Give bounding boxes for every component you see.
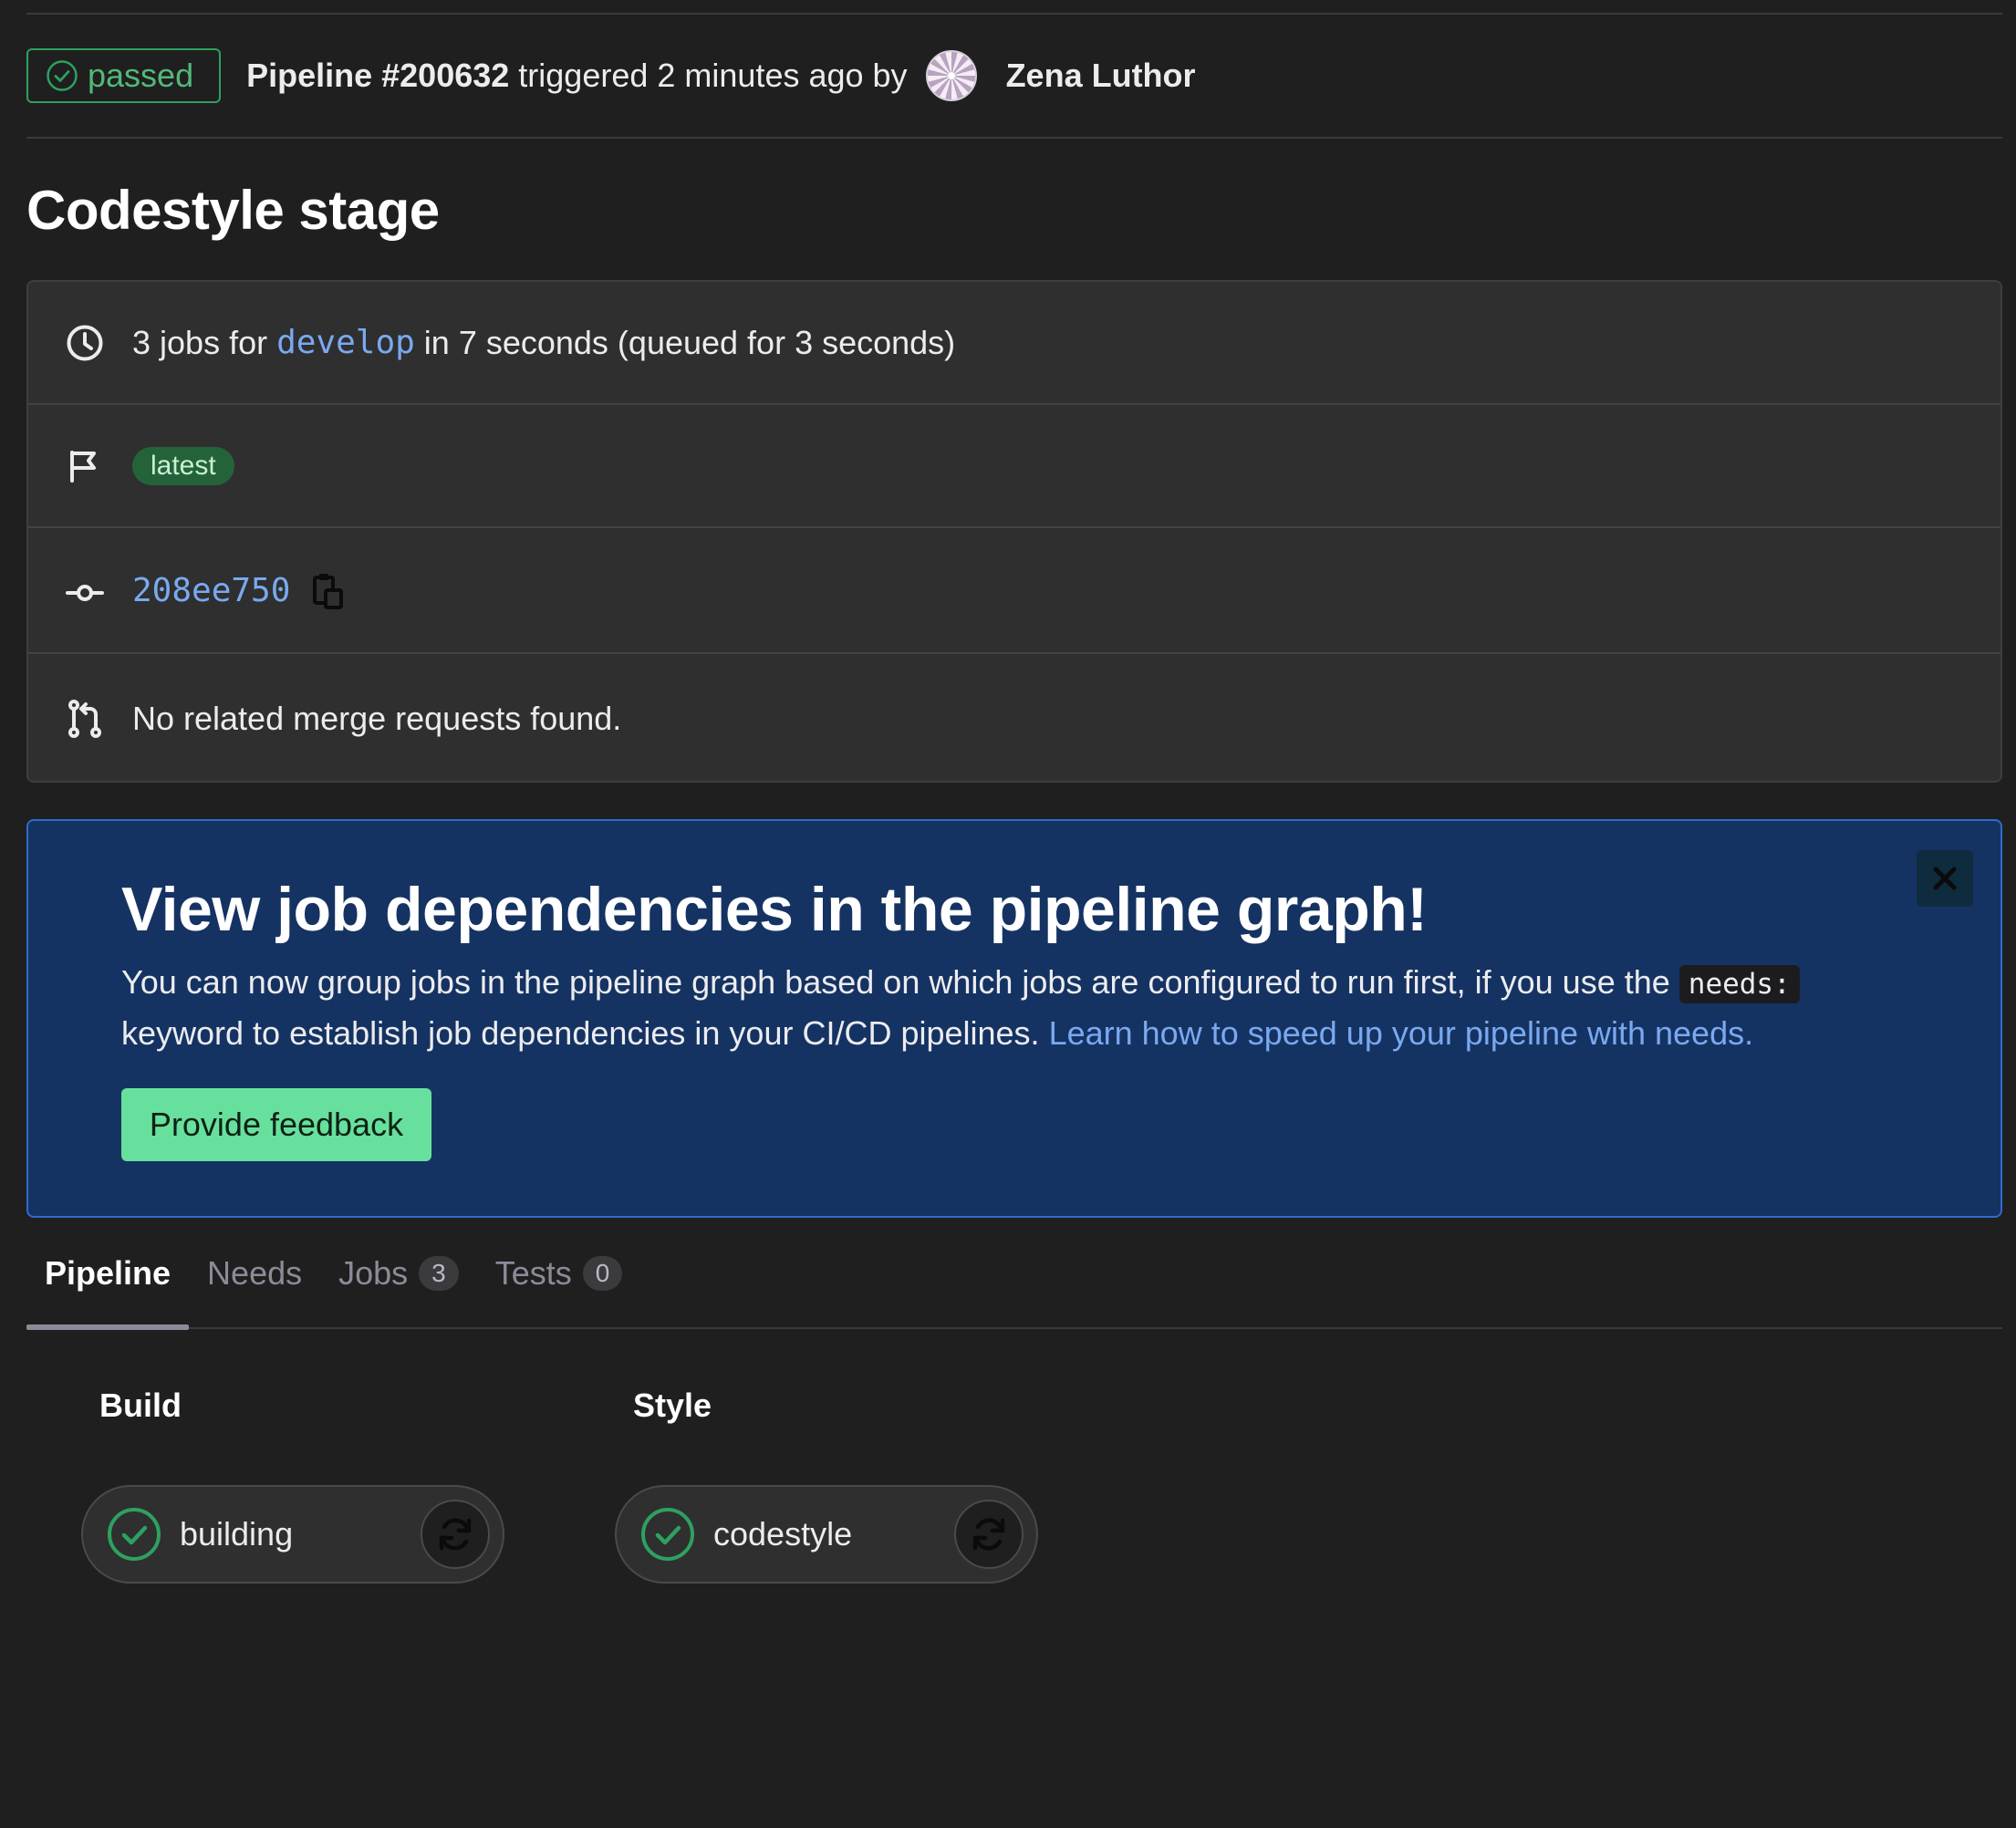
learn-needs-link[interactable]: Learn how to speed up your pipeline with… [1049, 1014, 1754, 1052]
banner-close-button[interactable] [1917, 850, 1973, 907]
jobs-suffix: in 7 seconds (queued for 3 seconds) [423, 323, 956, 361]
job-codestyle[interactable]: codestyle [615, 1485, 1038, 1584]
clipboard-icon [313, 574, 344, 609]
pipeline-summary: Pipeline #200632 triggered 2 minutes ago… [246, 49, 1196, 101]
check-circle-icon [107, 1507, 161, 1562]
tab-needs[interactable]: Needs [189, 1218, 320, 1328]
merge-request-icon [65, 699, 105, 739]
commit-sha-link[interactable]: 208ee750 [132, 572, 290, 609]
banner-text-2: keyword to establish job dependencies in… [121, 1014, 1040, 1052]
status-label: passed [88, 56, 194, 94]
commit-row: 208ee750 [28, 528, 2000, 654]
retry-job-button[interactable] [954, 1500, 1024, 1569]
tab-count-badge: 3 [419, 1255, 459, 1291]
job-building[interactable]: building [81, 1485, 504, 1584]
tab-label: Tests [494, 1253, 572, 1292]
pipeline-graph-banner: View job dependencies in the pipeline gr… [26, 819, 2002, 1218]
tab-count-badge: 0 [582, 1255, 623, 1291]
provide-feedback-button[interactable]: Provide feedback [121, 1088, 431, 1161]
tab-pipeline[interactable]: Pipeline [26, 1218, 190, 1330]
close-icon [1933, 867, 1957, 890]
retry-icon [439, 1518, 472, 1551]
tag-row: latest [28, 405, 2000, 528]
tab-label: Needs [207, 1253, 303, 1292]
page-title: Codestyle stage [26, 180, 440, 241]
tab-tests[interactable]: Tests 0 [477, 1218, 641, 1328]
check-circle-icon [640, 1507, 695, 1562]
jobs-prefix: 3 jobs for [132, 323, 268, 361]
pipeline-header: passed Pipeline #200632 triggered 2 minu… [26, 14, 2002, 139]
commit-icon [65, 570, 105, 610]
tab-jobs[interactable]: Jobs 3 [320, 1218, 477, 1328]
pipeline-id[interactable]: Pipeline #200632 [246, 57, 509, 95]
branch-link[interactable]: develop [276, 324, 415, 361]
banner-title: View job dependencies in the pipeline gr… [121, 875, 1428, 944]
copy-sha-button[interactable] [312, 570, 345, 610]
jobs-duration-row: 3 jobs for develop in 7 seconds (queued … [28, 282, 2000, 405]
pipeline-tabs: Pipeline Needs Jobs 3 Tests 0 [26, 1218, 2002, 1330]
stage-title-style: Style [633, 1387, 712, 1424]
tab-label: Pipeline [45, 1253, 171, 1292]
pipeline-info-card: 3 jobs for develop in 7 seconds (queued … [26, 280, 2002, 783]
job-name: codestyle [713, 1515, 853, 1553]
flag-icon [65, 446, 105, 486]
user-name[interactable]: Zena Luthor [1006, 57, 1196, 95]
needs-code: needs: [1678, 965, 1800, 1003]
clock-icon [65, 323, 105, 363]
check-circle-icon [46, 59, 78, 92]
banner-text-1: You can now group jobs in the pipeline g… [121, 963, 1670, 1001]
stage-title-build: Build [99, 1387, 182, 1424]
avatar[interactable] [925, 49, 977, 101]
retry-job-button[interactable] [421, 1500, 490, 1569]
status-badge[interactable]: passed [26, 47, 222, 103]
latest-badge: latest [132, 446, 234, 485]
merge-requests-text: No related merge requests found. [132, 699, 622, 737]
triggered-text: triggered 2 minutes ago by [518, 56, 908, 94]
tab-label: Jobs [338, 1253, 409, 1292]
job-name: building [180, 1515, 294, 1553]
retry-icon [972, 1518, 1005, 1551]
merge-requests-row: No related merge requests found. [28, 654, 2000, 783]
banner-body: You can now group jobs in the pipeline g… [121, 958, 1909, 1057]
